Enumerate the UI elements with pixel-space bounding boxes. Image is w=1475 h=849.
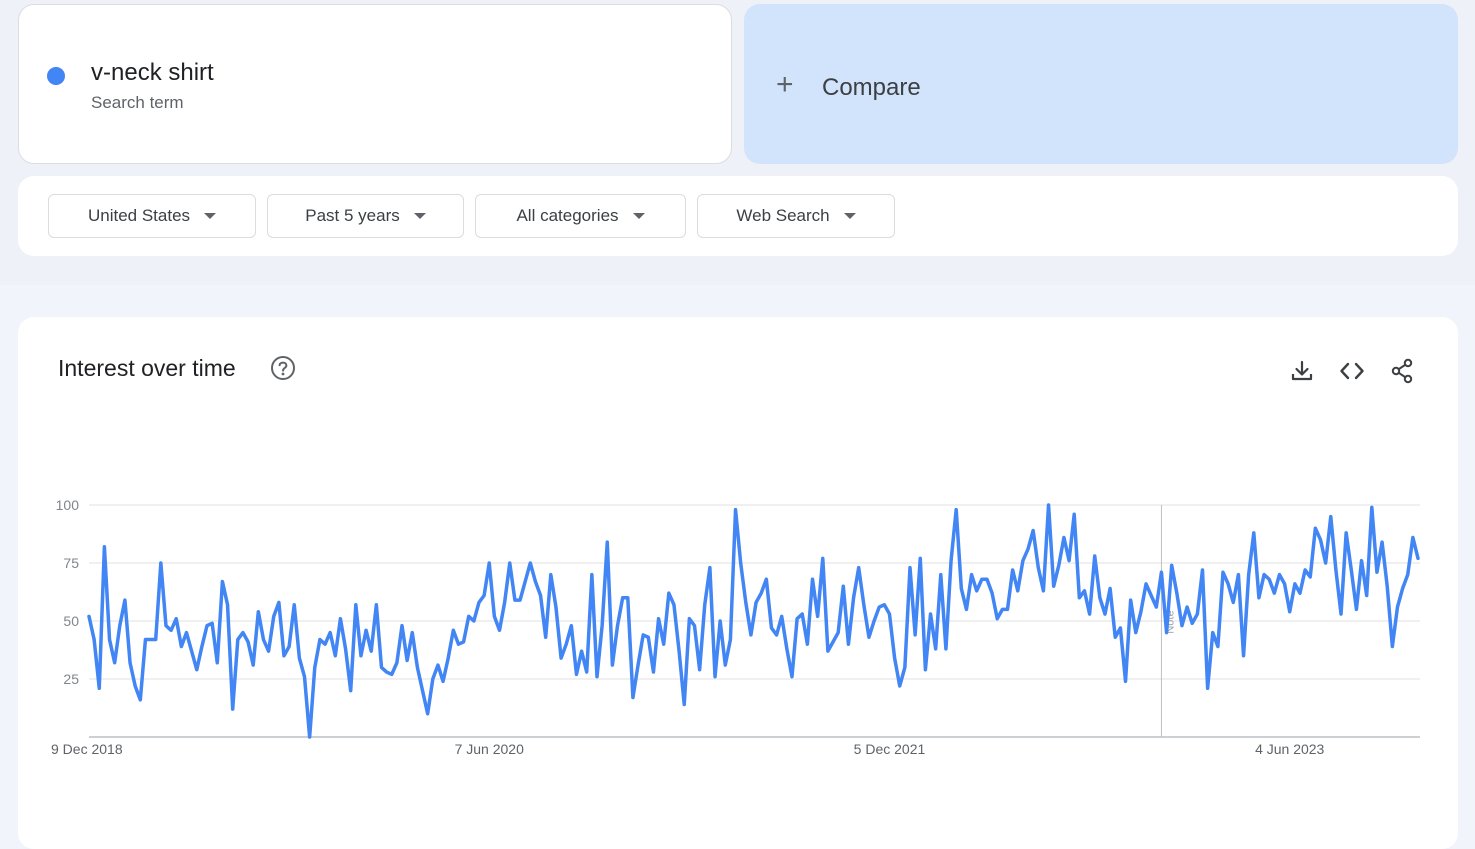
filter-search-type-label: Web Search xyxy=(736,206,830,225)
compare-label: Compare xyxy=(822,74,921,101)
filter-region-dropdown[interactable]: United States xyxy=(48,194,256,238)
search-term-label[interactable]: v-neck shirt xyxy=(91,59,214,87)
filter-search-type-dropdown[interactable]: Web Search xyxy=(697,194,895,238)
filter-region-label: United States xyxy=(87,206,191,225)
caret-down-icon xyxy=(413,213,426,219)
filter-category-label: All categories xyxy=(516,206,619,225)
caret-down-icon xyxy=(204,213,217,219)
interest-over-time-panel: Interest over time Note 25 50 75 100 9 Dec … xyxy=(18,317,1458,849)
search-term-type: Search term xyxy=(91,93,184,112)
series-color-dot xyxy=(47,67,65,85)
y-axis-labels: 25 50 75 100 xyxy=(56,497,80,687)
y-tick-label: 75 xyxy=(63,555,79,571)
x-tick-label: 9 Dec 2018 xyxy=(51,741,123,757)
filter-time-range-dropdown[interactable]: Past 5 years xyxy=(267,194,464,238)
interest-line-chart: Note 255075100 9 Dec 2018 7 Jun 2020 5 Dec… xyxy=(51,497,1420,757)
y-tick-label: 50 xyxy=(63,613,79,629)
filter-time-range-label: Past 5 years xyxy=(305,206,400,225)
caret-down-icon xyxy=(843,213,856,219)
caret-down-icon xyxy=(632,213,645,219)
x-tick-label: 4 Jun 2023 xyxy=(1255,741,1324,757)
x-tick-label: 7 Jun 2020 xyxy=(455,741,524,757)
search-term-card[interactable]: v-neck shirt Search term xyxy=(18,4,732,164)
y-tick-label: 100 xyxy=(56,497,80,513)
y-tick-label: 25 xyxy=(63,671,79,687)
filter-category-dropdown[interactable]: All categories xyxy=(475,194,686,238)
x-tick-label: 5 Dec 2021 xyxy=(854,741,926,757)
x-axis-labels: 9 Dec 2018 7 Jun 2020 5 Dec 2021 4 Jun 2023 xyxy=(51,741,1325,757)
plus-icon: + xyxy=(776,68,794,101)
compare-button[interactable]: + Compare xyxy=(744,4,1458,164)
filters-bar: United States Past 5 years All categorie… xyxy=(18,176,1458,256)
